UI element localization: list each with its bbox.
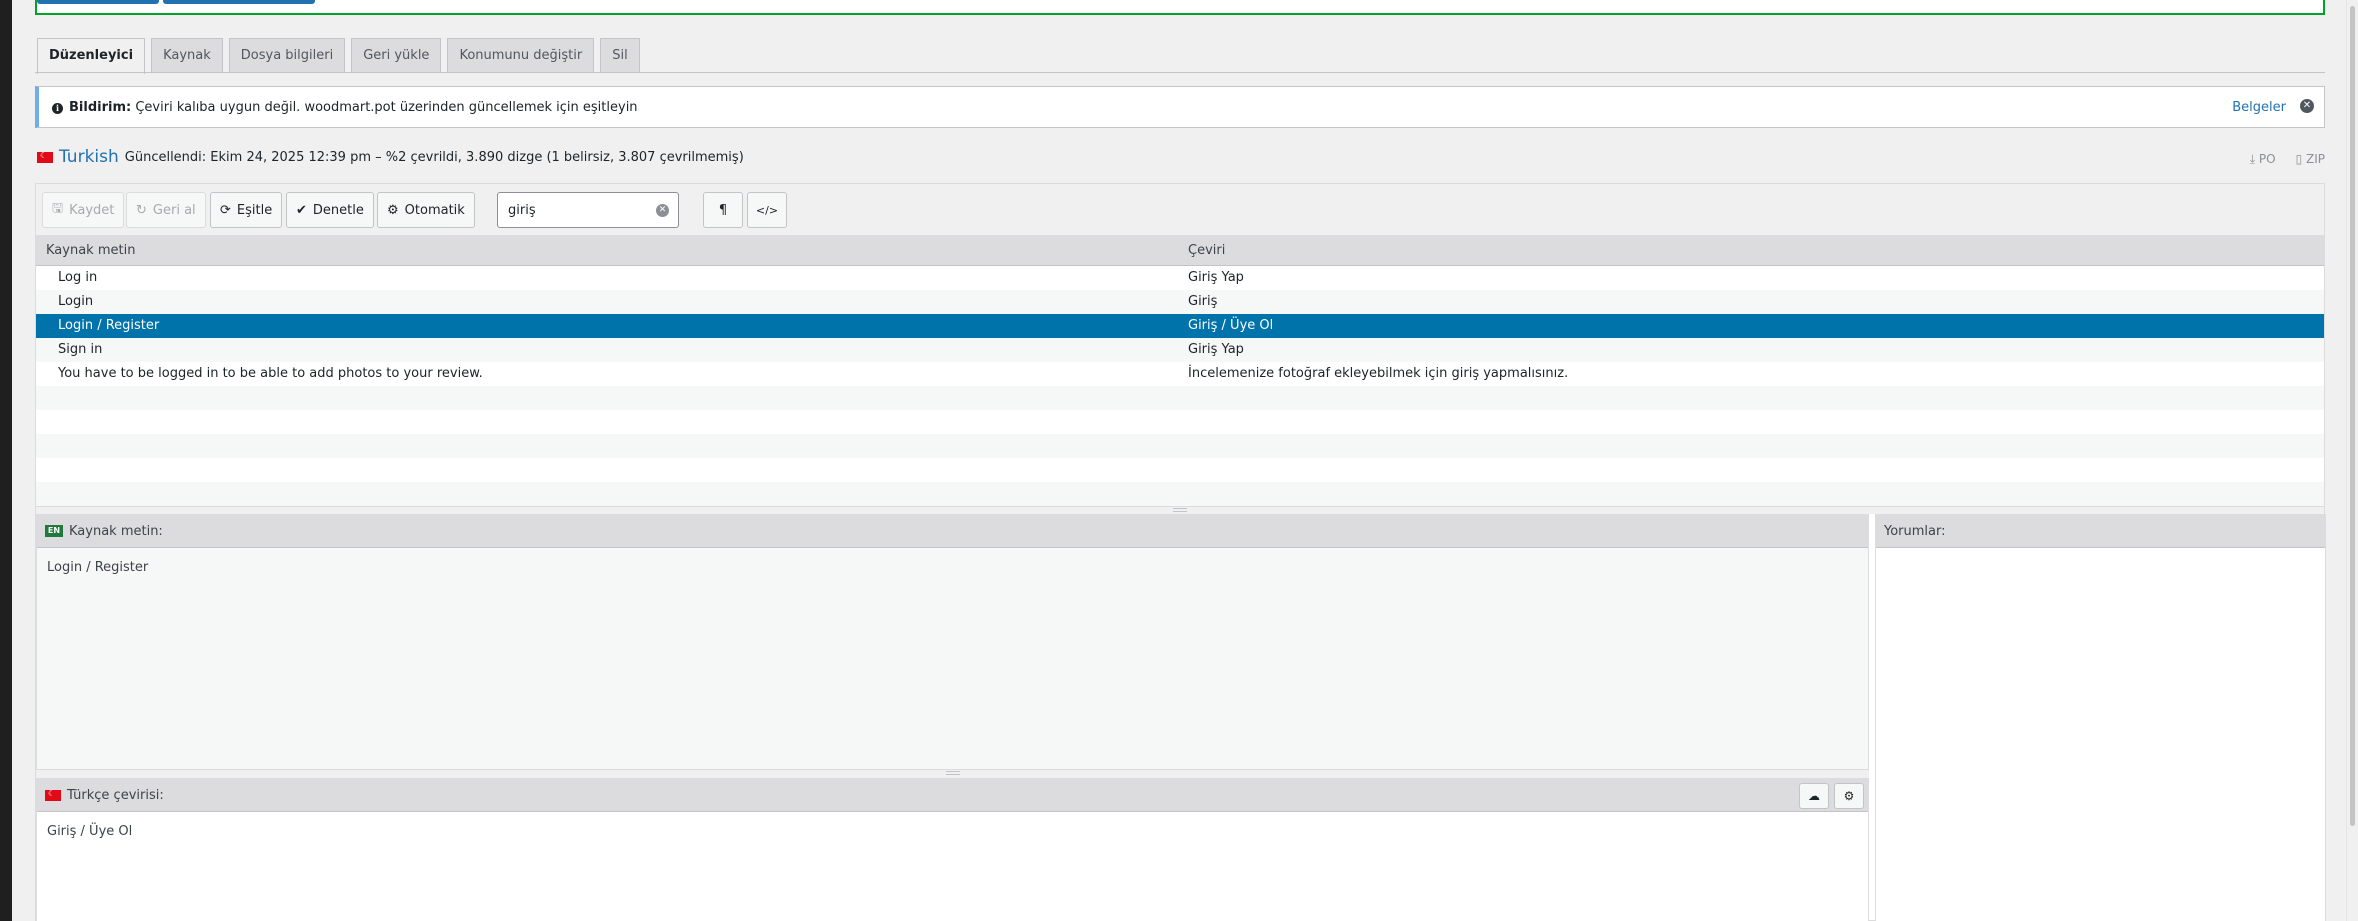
editor-panel: 🖫 Kaydet ↻ Geri al ⟳ Eşitle ✔ Denetle ⚙ …: [35, 183, 2326, 921]
grip-icon: [945, 771, 960, 775]
save-icon: 🖫: [52, 201, 64, 216]
revert-button[interactable]: ↻ Geri al: [126, 192, 206, 228]
docs-link[interactable]: Belgeler: [2232, 100, 2286, 115]
download-po-link[interactable]: ⤓ PO: [2250, 152, 2276, 167]
check-label: Denetle: [312, 202, 364, 218]
language-name[interactable]: Turkish: [59, 147, 119, 167]
source-pane-header: EN Kaynak metin:: [37, 515, 1868, 548]
page-scrollbar[interactable]: [2346, 0, 2358, 921]
download-po-label: PO: [2258, 152, 2276, 166]
column-header-translation[interactable]: Çeviri: [1188, 243, 1225, 258]
notice-text: Çeviri kalıba uygun değil. woodmart.pot …: [135, 100, 638, 115]
code-view-toggle-button[interactable]: </>: [747, 192, 787, 228]
language-header: Turkish Güncellendi: Ekim 24, 2025 12:39…: [37, 147, 744, 167]
tab-file-info[interactable]: Dosya bilgileri: [228, 38, 346, 72]
turkey-flag-icon: [45, 789, 61, 801]
source-pane-title: Kaynak metin:: [69, 523, 163, 539]
check-icon: ✔: [296, 202, 307, 218]
translation-pane-title: Türkçe çevirisi:: [67, 787, 164, 803]
notice-button-secondary[interactable]: [163, 0, 315, 4]
grip-icon: [1173, 508, 1187, 512]
sync-icon: ⟳: [220, 202, 231, 218]
clear-search-icon[interactable]: ✕: [656, 204, 669, 217]
turkey-flag-icon: [37, 151, 53, 163]
row-translation: Giriş Yap: [1188, 270, 1244, 285]
row-source: Log in: [58, 270, 98, 285]
save-label: Kaydet: [69, 202, 115, 218]
notice-message: Bildirim: Çeviri kalıba uygun değil. woo…: [69, 100, 638, 115]
english-flag-icon: EN: [45, 525, 63, 537]
editor-tabs: Düzenleyici Kaynak Dosya bilgileri Geri …: [37, 38, 640, 74]
file-icon: ▯: [2295, 152, 2303, 166]
table-row-selected[interactable]: Login / Register Giriş / Üye Ol: [36, 314, 2324, 338]
editor-toolbar: 🖫 Kaydet ↻ Geri al ⟳ Eşitle ✔ Denetle ⚙ …: [36, 184, 2324, 236]
search-input[interactable]: [498, 193, 648, 227]
cloud-icon[interactable]: ☁: [1799, 783, 1829, 809]
revert-icon: ↻: [136, 202, 147, 218]
row-translation: Giriş Yap: [1188, 342, 1244, 357]
source-text-pane: EN Kaynak metin: Login / Register: [36, 514, 1869, 770]
column-header-source[interactable]: Kaynak metin: [46, 243, 135, 258]
tab-editor[interactable]: Düzenleyici: [37, 38, 146, 74]
comments-pane-title: Yorumlar:: [1884, 523, 1946, 539]
row-translation: Giriş: [1188, 294, 1218, 309]
sync-label: Eşitle: [236, 202, 273, 218]
translation-input[interactable]: Giriş / Üye Ol: [37, 812, 1868, 921]
revert-label: Geri al: [152, 202, 196, 218]
tab-relocate[interactable]: Konumunu değiştir: [447, 38, 595, 72]
empty-row: [36, 434, 2324, 458]
download-zip-link[interactable]: ▯ ZIP: [2296, 152, 2325, 167]
translation-pane: Türkçe çevirisi: ☁ ⚙ Giriş / Üye Ol: [36, 778, 1869, 921]
row-translation: Giriş / Üye Ol: [1188, 318, 1274, 333]
row-source: Login / Register: [58, 318, 160, 333]
sync-button[interactable]: ⟳ Eşitle: [210, 192, 283, 228]
comments-pane-header: Yorumlar:: [1876, 515, 2325, 548]
invisibles-toggle-button[interactable]: ¶: [703, 192, 743, 228]
search-box: ✕: [497, 192, 679, 228]
auto-translate-button[interactable]: ⚙ Otomatik: [377, 192, 475, 228]
source-text: Login / Register: [47, 560, 149, 575]
row-source: Sign in: [58, 342, 103, 357]
download-zip-label: ZIP: [2306, 152, 2325, 166]
success-notice: [35, 0, 2325, 15]
robot-icon: ⚙: [387, 202, 399, 218]
empty-row: [36, 386, 2324, 410]
comments-pane: Yorumlar:: [1875, 514, 2326, 921]
tab-restore[interactable]: Geri yükle: [351, 38, 442, 72]
notice-title: Bildirim:: [69, 100, 132, 115]
close-icon[interactable]: ✕: [2300, 99, 2314, 113]
empty-row: [36, 458, 2324, 482]
row-translation: İncelemenize fotoğraf ekleyebilmek için …: [1188, 366, 1569, 381]
list-header: Kaynak metin Çeviri: [36, 236, 2324, 266]
empty-row: [36, 482, 2324, 506]
tab-delete[interactable]: Sil: [600, 38, 640, 72]
save-button[interactable]: 🖫 Kaydet: [42, 192, 125, 228]
row-source: Login: [58, 294, 94, 309]
row-source: You have to be logged in to be able to a…: [58, 366, 483, 381]
check-button[interactable]: ✔ Denetle: [286, 192, 374, 228]
empty-row: [36, 410, 2324, 434]
info-icon: i: [52, 103, 63, 114]
language-meta: Güncellendi: Ekim 24, 2025 12:39 pm – %2…: [124, 149, 744, 165]
table-row[interactable]: You have to be logged in to be able to a…: [36, 362, 2324, 386]
table-row[interactable]: Sign in Giriş Yap: [36, 338, 2324, 362]
table-row[interactable]: Login Giriş: [36, 290, 2324, 314]
window-edge: [0, 0, 12, 921]
translation-pane-header: Türkçe çevirisi:: [37, 779, 1868, 812]
string-list: Log in Giriş Yap Login Giriş Login / Reg…: [36, 266, 2324, 506]
tab-source[interactable]: Kaynak: [151, 38, 223, 72]
table-row[interactable]: Log in Giriş Yap: [36, 266, 2324, 290]
notice-button-primary[interactable]: [37, 0, 159, 4]
tabs-divider: [35, 72, 2325, 73]
download-links: ⤓ PO ▯ ZIP: [2250, 152, 2325, 167]
robot-icon[interactable]: ⚙: [1834, 783, 1864, 809]
auto-label: Otomatik: [404, 202, 465, 218]
sync-notice: i Bildirim: Çeviri kalıba uygun değil. w…: [35, 86, 2325, 128]
pane-resize-handle[interactable]: [36, 770, 1869, 778]
download-icon: ⤓: [2249, 152, 2256, 166]
scrollbar-thumb[interactable]: [2350, 6, 2355, 826]
translation-tools: ☁ ⚙: [1799, 783, 1864, 809]
list-resize-handle[interactable]: [36, 506, 2324, 514]
